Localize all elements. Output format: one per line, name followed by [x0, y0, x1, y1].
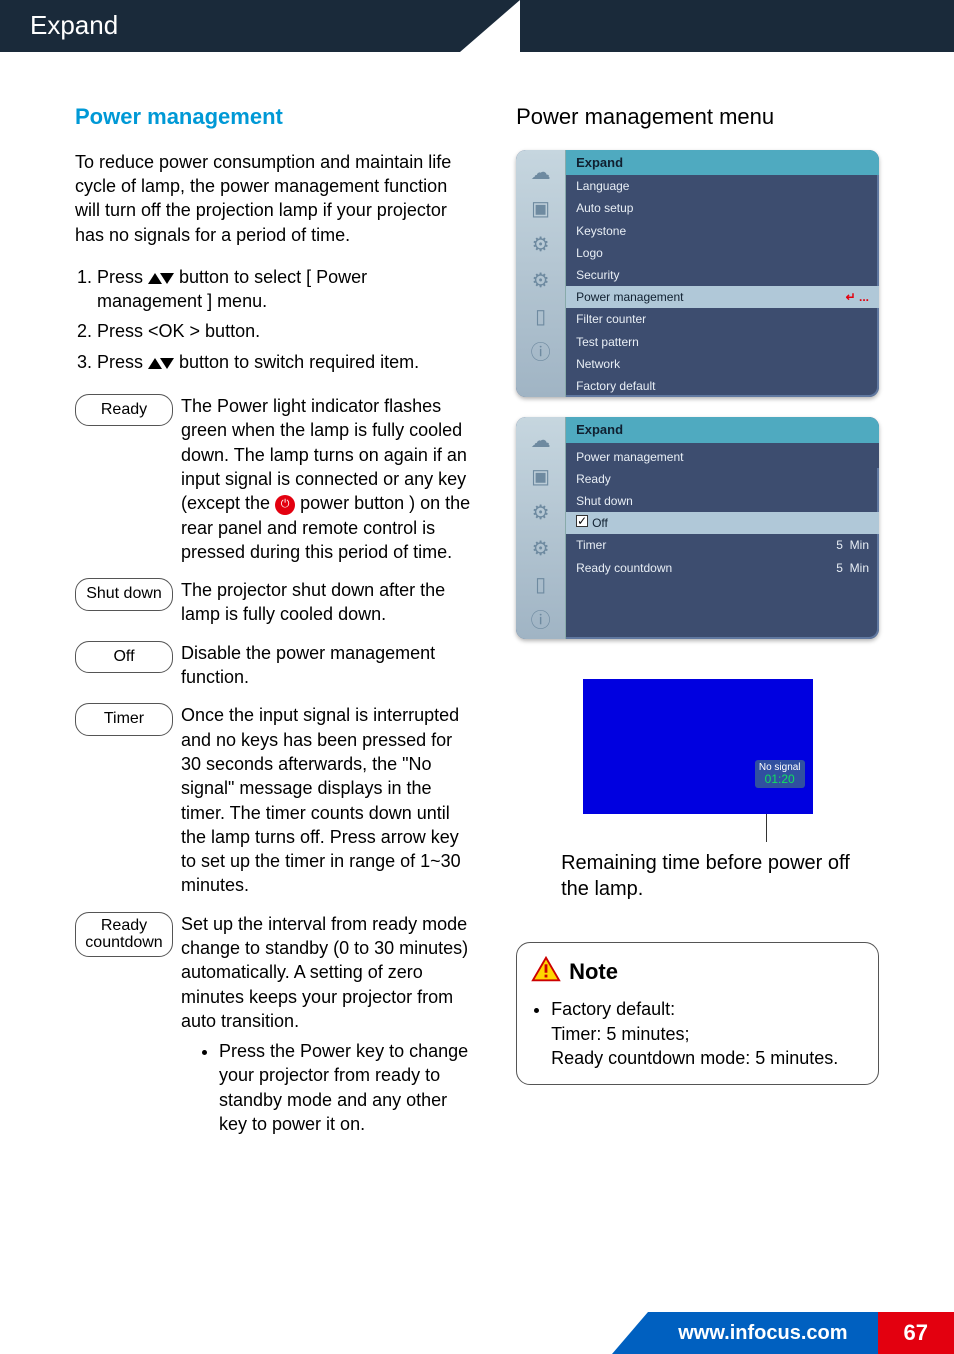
menu1-sel-label: Power management	[576, 289, 683, 305]
option-readycd-button: Ready countdown	[75, 912, 173, 957]
footer-url: www.infocus.com	[648, 1312, 877, 1354]
readycd-l1: Ready	[101, 917, 147, 934]
pointer-line	[766, 814, 767, 842]
step-1: Press button to select [ Power managemen…	[97, 265, 476, 314]
info-icon: ⓘ	[526, 606, 556, 636]
option-readycd-bullet: Press the Power key to change your proje…	[219, 1039, 476, 1136]
menu1-item[interactable]: Auto setup	[566, 197, 879, 219]
menu2-timer-label: Timer	[576, 537, 606, 553]
steps-list: Press button to select [ Power managemen…	[75, 265, 476, 374]
page-number: 67	[878, 1312, 954, 1354]
warning-icon	[531, 955, 561, 989]
menu2-timer-unit: Min	[850, 538, 869, 552]
footer-slash-decor	[612, 1312, 648, 1354]
step-3-text-a: Press	[97, 352, 148, 372]
cloud-icon: ☁	[526, 426, 556, 456]
option-off-desc: Disable the power management function.	[181, 641, 476, 690]
projector-icon: ▣	[526, 195, 556, 225]
option-readycd-desc: Set up the interval from ready mode chan…	[181, 912, 476, 1033]
menu2-subheader: Power management	[566, 443, 879, 468]
note-text: Factory default: Timer: 5 minutes; Ready…	[551, 997, 864, 1070]
no-signal-screen: No signal 01:20	[583, 679, 813, 814]
gear-icon: ⚙	[526, 231, 556, 261]
menu1-item[interactable]: Keystone	[566, 220, 879, 242]
option-off-button: Off	[75, 641, 173, 673]
timer-caption: Remaining time before power off the lamp…	[561, 850, 879, 902]
option-shutdown-button: Shut down	[75, 578, 173, 610]
readycd-l2: countdown	[85, 934, 162, 951]
menu2-item-readycd[interactable]: Ready countdown 5 Min	[566, 557, 879, 579]
no-signal-badge: No signal 01:20	[755, 760, 805, 788]
step-3-text-b: button to switch required item.	[174, 352, 419, 372]
option-ready-button: Ready	[75, 394, 173, 426]
projector-icon: ▣	[526, 462, 556, 492]
countdown-time: 01:20	[759, 773, 801, 786]
bulb-icon: ▯	[526, 303, 556, 333]
menu-icon-column: ☁ ▣ ⚙ ⚙ ▯ ⓘ	[516, 150, 566, 397]
menu1-item[interactable]: Logo	[566, 242, 879, 264]
menu2-item-timer[interactable]: Timer 5 Min	[566, 534, 879, 556]
intro-paragraph: To reduce power consumption and maintain…	[75, 150, 476, 247]
option-ready-desc: The Power light indicator flashes green …	[181, 394, 476, 564]
menu2-readycd-label: Ready countdown	[576, 560, 672, 576]
menu2-item-ready[interactable]: Ready	[566, 468, 879, 490]
info-icon: ⓘ	[526, 339, 556, 369]
menu2-off-label: Off	[592, 516, 608, 530]
menu2-header: Expand	[566, 417, 879, 443]
note-box: Note Factory default: Timer: 5 minutes; …	[516, 942, 879, 1085]
bulb-icon: ▯	[526, 570, 556, 600]
gear2-icon: ⚙	[526, 534, 556, 564]
footer: www.infocus.com 67	[0, 1312, 954, 1354]
tab-expand: Expand	[0, 0, 148, 51]
menu-panel-power-management: ☁ ▣ ⚙ ⚙ ▯ ⓘ Expand Power management Read…	[516, 417, 879, 639]
step-2: Press <OK > button.	[97, 319, 476, 343]
menu-icon-column: ☁ ▣ ⚙ ⚙ ▯ ⓘ	[516, 417, 566, 639]
menu1-item[interactable]: Factory default	[566, 375, 879, 397]
menu1-item[interactable]: Language	[566, 175, 879, 197]
menu2-readycd-val: 5	[836, 561, 843, 575]
enter-icon: ↵ ...	[846, 289, 869, 305]
checkbox-icon	[576, 515, 588, 527]
note-title: Note	[569, 957, 618, 987]
menu1-item-selected[interactable]: Power management ↵ ...	[566, 286, 879, 308]
power-icon: ⏻	[275, 495, 295, 515]
tab-slash-decor	[460, 0, 520, 52]
menu-panel-expand: ☁ ▣ ⚙ ⚙ ▯ ⓘ Expand Language Auto setup K…	[516, 150, 879, 397]
menu2-readycd-unit: Min	[850, 561, 869, 575]
step-1-text-a: Press	[97, 267, 148, 287]
tab-bar: Expand	[0, 0, 954, 52]
menu1-item[interactable]: Test pattern	[566, 331, 879, 353]
menu1-item[interactable]: Network	[566, 353, 879, 375]
menu1-header: Expand	[566, 150, 879, 176]
option-timer-desc: Once the input signal is interrupted and…	[181, 703, 476, 897]
heading-pm-menu: Power management menu	[516, 102, 879, 132]
menu1-item[interactable]: Filter counter	[566, 308, 879, 330]
triangle-down-icon	[160, 358, 174, 369]
triangle-down-icon	[160, 273, 174, 284]
menu2-timer-val: 5	[836, 538, 843, 552]
step-3: Press button to switch required item.	[97, 350, 476, 374]
menu2-item-shutdown[interactable]: Shut down	[566, 490, 879, 512]
gear2-icon: ⚙	[526, 267, 556, 297]
menu1-item[interactable]: Security	[566, 264, 879, 286]
heading-power-management: Power management	[75, 102, 476, 132]
option-timer-button: Timer	[75, 703, 173, 735]
option-shutdown-desc: The projector shut down after the lamp i…	[181, 578, 476, 627]
cloud-icon: ☁	[526, 159, 556, 189]
menu2-item-off-selected[interactable]: Off	[566, 512, 879, 534]
gear-icon: ⚙	[526, 498, 556, 528]
